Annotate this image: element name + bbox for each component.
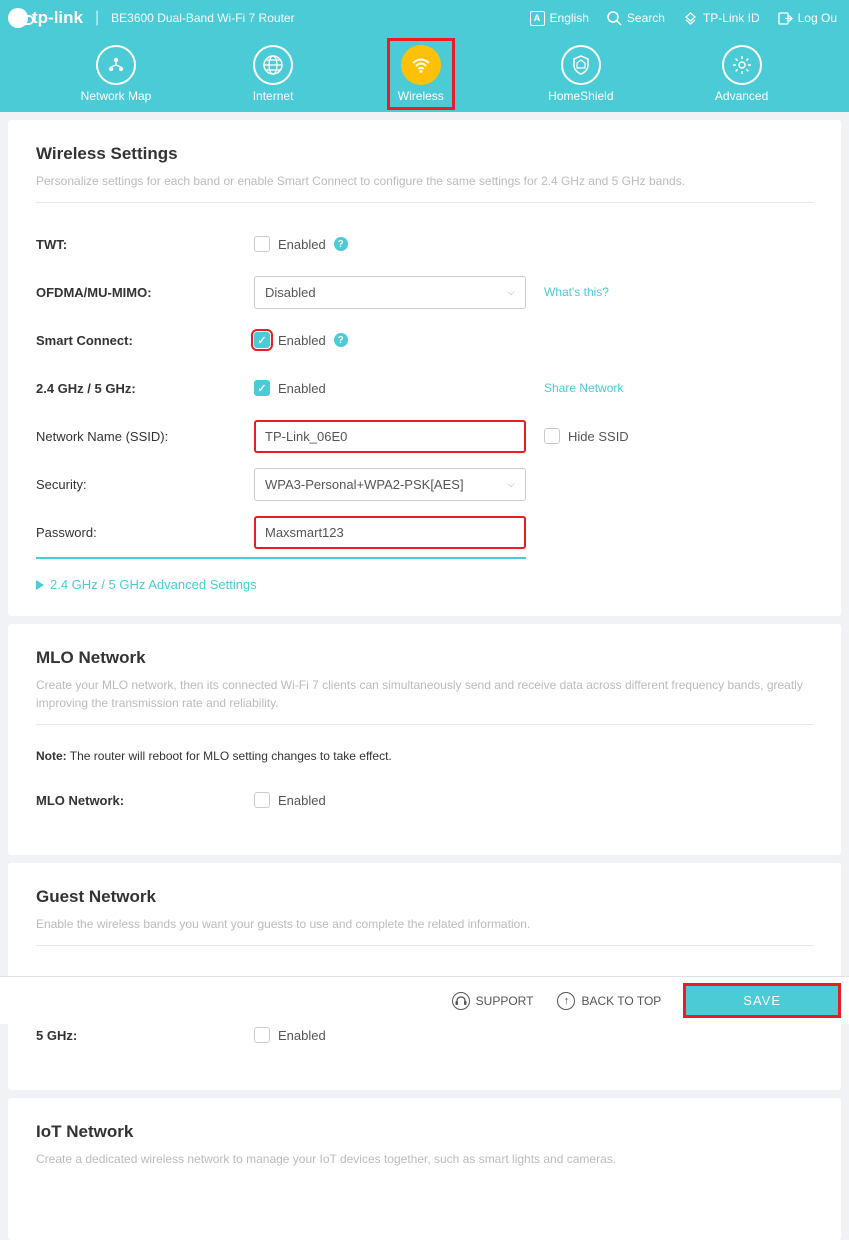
chevron-down-icon: ⌵ [507, 479, 515, 490]
back-to-top-button[interactable]: ↑ BACK TO TOP [557, 992, 661, 1010]
gear-icon [722, 45, 762, 85]
wireless-settings-title: Wireless Settings [36, 144, 813, 164]
iot-title: IoT Network [36, 1122, 813, 1142]
password-input[interactable] [254, 516, 526, 549]
search-button[interactable]: Search [607, 11, 665, 26]
ssid-input[interactable] [254, 420, 526, 453]
section-divider [36, 724, 813, 725]
tp-link-logo: tp-link [8, 8, 83, 28]
twt-help-icon[interactable]: ? [334, 237, 348, 251]
language-icon: A [530, 11, 545, 26]
search-icon [607, 11, 622, 26]
arrow-up-icon: ↑ [557, 992, 575, 1010]
security-label: Security: [36, 477, 254, 492]
iot-desc: Create a dedicated wireless network to m… [36, 1150, 813, 1168]
mlo-enabled-label: Enabled [278, 793, 326, 808]
product-name: BE3600 Dual-Band Wi-Fi 7 Router [111, 11, 294, 25]
section-divider [36, 945, 813, 946]
security-select[interactable]: WPA3-Personal+WPA2-PSK[AES] ⌵ [254, 468, 526, 501]
smart-connect-enabled-label: Enabled [278, 333, 326, 348]
nav-homeshield[interactable]: HomeShield [540, 41, 621, 107]
band-checkbox[interactable] [254, 380, 270, 396]
globe-icon [253, 45, 293, 85]
logout-icon [778, 11, 793, 26]
nav-network-map[interactable]: Network Map [73, 41, 160, 107]
twt-checkbox[interactable] [254, 236, 270, 252]
smart-connect-help-icon[interactable]: ? [334, 333, 348, 347]
divider: | [95, 9, 99, 27]
share-network-link[interactable]: Share Network [544, 381, 623, 395]
logout-button[interactable]: Log Ou [778, 11, 837, 26]
guest-title: Guest Network [36, 887, 813, 907]
password-label: Password: [36, 525, 254, 540]
whats-this-link[interactable]: What's this? [544, 285, 609, 299]
mlo-checkbox[interactable] [254, 792, 270, 808]
ssid-label: Network Name (SSID): [36, 429, 254, 444]
tplink-id-button[interactable]: TP-Link ID [683, 11, 760, 26]
nav-wireless[interactable]: Wireless [387, 38, 455, 110]
wifi-icon [401, 45, 441, 85]
play-icon [36, 580, 44, 590]
mlo-network-label: MLO Network: [36, 793, 254, 808]
smart-connect-label: Smart Connect: [36, 333, 254, 348]
twt-label: TWT: [36, 237, 254, 252]
nav-internet[interactable]: Internet [245, 41, 302, 107]
guest-5-label: 5 GHz: [36, 1028, 254, 1043]
support-icon [452, 992, 470, 1010]
cloud-icon [683, 11, 698, 26]
twt-enabled-label: Enabled [278, 237, 326, 252]
section-underline [36, 557, 526, 559]
advanced-settings-link[interactable]: 2.4 GHz / 5 GHz Advanced Settings [36, 577, 813, 592]
mlo-desc: Create your MLO network, then its connec… [36, 676, 813, 712]
mlo-title: MLO Network [36, 648, 813, 668]
chevron-down-icon: ⌵ [507, 287, 515, 298]
guest-5-enabled-label: Enabled [278, 1028, 326, 1043]
network-map-icon [96, 45, 136, 85]
hide-ssid-checkbox[interactable] [544, 428, 560, 444]
ofdma-select[interactable]: Disabled ⌵ [254, 276, 526, 309]
shield-icon [561, 45, 601, 85]
guest-5-checkbox[interactable] [254, 1027, 270, 1043]
section-divider [36, 202, 813, 203]
band-label: 2.4 GHz / 5 GHz: [36, 381, 254, 396]
ofdma-label: OFDMA/MU-MIMO: [36, 285, 254, 300]
smart-connect-checkbox[interactable] [254, 332, 270, 348]
save-button[interactable]: SAVE [685, 985, 839, 1016]
wireless-settings-desc: Personalize settings for each band or en… [36, 172, 813, 190]
guest-desc: Enable the wireless bands you want your … [36, 915, 813, 933]
support-button[interactable]: SUPPORT [452, 992, 534, 1010]
band-enabled-label: Enabled [278, 381, 326, 396]
nav-advanced[interactable]: Advanced [707, 41, 776, 107]
mlo-note: Note: The router will reboot for MLO set… [36, 749, 813, 763]
hide-ssid-label: Hide SSID [568, 429, 629, 444]
language-button[interactable]: A English [530, 11, 589, 26]
